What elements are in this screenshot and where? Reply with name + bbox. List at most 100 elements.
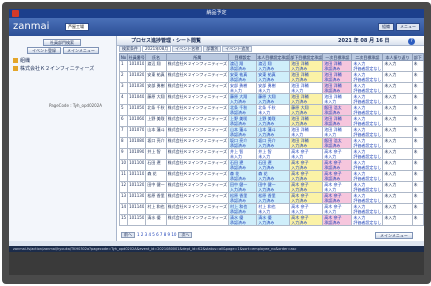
table-cell[interactable]: 未入力 評価者設定なし: [351, 181, 384, 193]
table-cell[interactable]: 渡辺 翔承認済み: [228, 60, 258, 72]
table-row[interactable]: 12 101120 田中 健一 株式会社Ｋ２インフィニティーズ 田中 健一 入力済み 田中 …: [118, 181, 424, 193]
table-cell[interactable]: 未: [411, 104, 424, 116]
table-row[interactable]: 9 101090 井上 智株式会社Ｋ２インフィニティーズ 井上 智未入力 井上 智未入力…: [118, 148, 424, 160]
tab-department[interactable]: 部署別: [203, 46, 222, 52]
table-cell[interactable]: 未入力: [382, 203, 413, 215]
table-cell[interactable]: 未入力 評価者設定なし: [351, 93, 384, 105]
table-cell[interactable]: 清水 優承認済み: [228, 214, 258, 226]
table-cell[interactable]: 藤原 大翔 入力済み: [256, 93, 291, 105]
table-cell[interactable]: 未: [411, 170, 424, 182]
table-cell[interactable]: 池田 洋輔 承認済み: [322, 60, 353, 72]
main-menu-button[interactable]: メインメニュー: [63, 47, 99, 54]
table-cell[interactable]: 森 花入力済み: [256, 170, 291, 182]
table-cell[interactable]: 未入力 評価者設定なし: [351, 159, 384, 171]
table-cell[interactable]: 未: [411, 148, 424, 160]
menu-button[interactable]: メニュー: [396, 23, 420, 31]
table-cell[interactable]: 高木 奈子 未入力: [289, 148, 324, 160]
table-cell[interactable]: 未入力 評価者設定なし: [351, 203, 384, 215]
table-row[interactable]: 2 101020 安東 祐真 株式会社Ｋ２インフィニティーズ 安東 祐真 承認済み 安東 祐…: [118, 71, 424, 83]
table-row[interactable]: 14 101140 村上 和也 株式会社Ｋ２インフィニティーズ 村上 和也 承認済み 村上 …: [118, 203, 424, 215]
table-cell[interactable]: 井上 智未入力: [256, 148, 291, 160]
tab-event-name[interactable]: イベント名称: [172, 46, 203, 52]
column-header[interactable]: No: [118, 53, 129, 61]
table-cell[interactable]: 未: [411, 93, 424, 105]
table-cell[interactable]: 未: [411, 159, 424, 171]
company-select[interactable]: 芦屋工場: [65, 23, 89, 31]
tab-search-conditions[interactable]: 検索条件: [119, 46, 141, 52]
next-page-button[interactable]: 次へ: [178, 232, 193, 238]
table-cell[interactable]: 安部 勇樹 未入力: [228, 82, 258, 94]
table-cell[interactable]: 池田 洋輔 入力済み: [289, 115, 324, 127]
table-cell[interactable]: 森 花承認済み: [228, 170, 258, 182]
help-icon[interactable]: ?: [408, 38, 415, 45]
tree-item-org[interactable]: 組織: [13, 58, 30, 64]
table-cell[interactable]: 未入力: [382, 82, 413, 94]
table-cell[interactable]: 上野 美咲 承認済み: [228, 115, 258, 127]
table-cell[interactable]: 清水 優入力済み: [256, 214, 291, 226]
table-cell[interactable]: 未入力 評価者設定なし: [351, 60, 384, 72]
table-cell[interactable]: 田中 健一 入力済み: [228, 181, 258, 193]
table-cell[interactable]: 村上 和也 承認済み: [228, 203, 258, 215]
table-cell[interactable]: 飯田 浩太 承認済み: [322, 104, 353, 116]
column-header[interactable]: 氏名: [145, 53, 167, 61]
table-cell[interactable]: 坂口 亮介 入力済み: [256, 137, 291, 149]
column-header[interactable]: 所属: [165, 53, 230, 61]
table-cell[interactable]: 村上 和也 未入力: [256, 203, 291, 215]
table-cell[interactable]: 安部 勇樹 未入力: [256, 82, 291, 94]
table-cell[interactable]: 池田 洋輔 未入力: [322, 126, 353, 138]
employee-search-button[interactable]: 社員部門検索: [43, 39, 81, 46]
column-header[interactable]: 一次目標承認: [322, 53, 353, 61]
table-cell[interactable]: 松原 香里 入力済み: [256, 192, 291, 204]
table-row[interactable]: 7 101070 山本 蓮斗 株式会社Ｋ２インフィニティーズ 山本 蓮斗 承認済み 山本 蓮…: [118, 126, 424, 138]
table-cell[interactable]: 未入力: [382, 159, 413, 171]
table-cell[interactable]: 渡辺 翔入力済み: [256, 60, 291, 72]
table-cell[interactable]: 未入力: [382, 192, 413, 204]
table-cell[interactable]: 高木 奈子 承認済み: [322, 159, 353, 171]
table-cell[interactable]: 未入力: [382, 115, 413, 127]
table-cell[interactable]: 安東 祐真 入力済み: [256, 71, 291, 83]
table-cell[interactable]: 未入力 評価者設定なし: [351, 82, 384, 94]
column-header[interactable]: 部下目標設定承認: [289, 53, 324, 61]
tree-item-company[interactable]: 株式会社Ｋ２インフィニティーズ: [13, 66, 94, 72]
table-cell[interactable]: 田中 健一 入力済み: [256, 181, 291, 193]
table-row[interactable]: 4 101040 藤原 大翔 株式会社Ｋ２インフィニティーズ 藤原 大翔 入力済み 藤原 大…: [118, 93, 424, 105]
table-row[interactable]: 15 101150 清水 優株式会社Ｋ２インフィニティーズ 清水 優承認済み 清水 優入…: [118, 214, 424, 226]
table-cell[interactable]: 未入力 評価者設定なし: [351, 192, 384, 204]
table-cell[interactable]: 高木 奈子 承認済み: [322, 170, 353, 182]
table-cell[interactable]: 未: [411, 82, 424, 94]
table-row[interactable]: 11 101110 森 花 株式会社Ｋ２インフィニティーズ森 花承認済み森 花入力済み…: [118, 170, 424, 182]
table-cell[interactable]: 井上 智未入力: [228, 148, 258, 160]
table-cell[interactable]: 高木 奈子 承認済み: [322, 192, 353, 204]
column-header[interactable]: 目標設定: [228, 53, 258, 61]
table-cell[interactable]: 高木 奈子 入力済み: [289, 214, 324, 226]
table-cell[interactable]: 石田 遼承認済み: [228, 159, 258, 171]
table-cell[interactable]: 未入力: [382, 93, 413, 105]
table-cell[interactable]: 未: [411, 192, 424, 204]
table-cell[interactable]: 未入力: [382, 126, 413, 138]
table-cell[interactable]: 未入力: [382, 60, 413, 72]
table-cell[interactable]: 未: [411, 214, 424, 226]
table-row[interactable]: 8 101080 坂口 亮介 株式会社Ｋ２インフィニティーズ 坂口 亮介 承認済み 坂口 亮…: [118, 137, 424, 149]
table-cell[interactable]: 未入力 評価者設定なし: [351, 115, 384, 127]
table-cell[interactable]: 未: [411, 203, 424, 215]
table-cell[interactable]: 山本 蓮斗 承認済み: [228, 126, 258, 138]
table-row[interactable]: 1 101010 渡辺 翔株式会社Ｋ２インフィニティーズ 渡辺 翔承認済み 渡辺 翔入力…: [118, 60, 424, 72]
table-cell[interactable]: 高木 奈子 未入力: [322, 148, 353, 160]
tab-period[interactable]: 2021年08月: [142, 46, 172, 52]
table-cell[interactable]: 池田 洋輔 承認済み: [322, 82, 353, 94]
page-numbers[interactable]: 1 2 3 4 5 6 7 8 9 10: [137, 232, 176, 238]
table-cell[interactable]: 松原 香里 承認済み: [228, 192, 258, 204]
org-button[interactable]: 組織: [378, 23, 394, 31]
column-header[interactable]: 二次目標承認: [351, 53, 384, 61]
table-cell[interactable]: 未入力 評価者設定なし: [351, 104, 384, 116]
table-cell[interactable]: 池田 洋輔 入力済み: [289, 60, 324, 72]
table-cell[interactable]: 安東 祐真 承認済み: [228, 71, 258, 83]
table-cell[interactable]: 未入力 評価者設定なし: [351, 126, 384, 138]
table-cell[interactable]: 未入力: [382, 71, 413, 83]
prev-page-button[interactable]: 前へ: [121, 232, 135, 238]
table-row[interactable]: 10 101100 石田 遼株式会社Ｋ２インフィニティーズ 石田 遼承認済み 石田 遼入…: [118, 159, 424, 171]
table-row[interactable]: 5 101050 北条 千秋 株式会社Ｋ２インフィニティーズ 北条 千秋 承認済み 北条 千…: [118, 104, 424, 116]
table-cell[interactable]: 北条 千秋 未入力: [256, 104, 291, 116]
table-cell[interactable]: 未入力: [382, 170, 413, 182]
table-cell[interactable]: 池田 洋輔 入力済み: [289, 71, 324, 83]
